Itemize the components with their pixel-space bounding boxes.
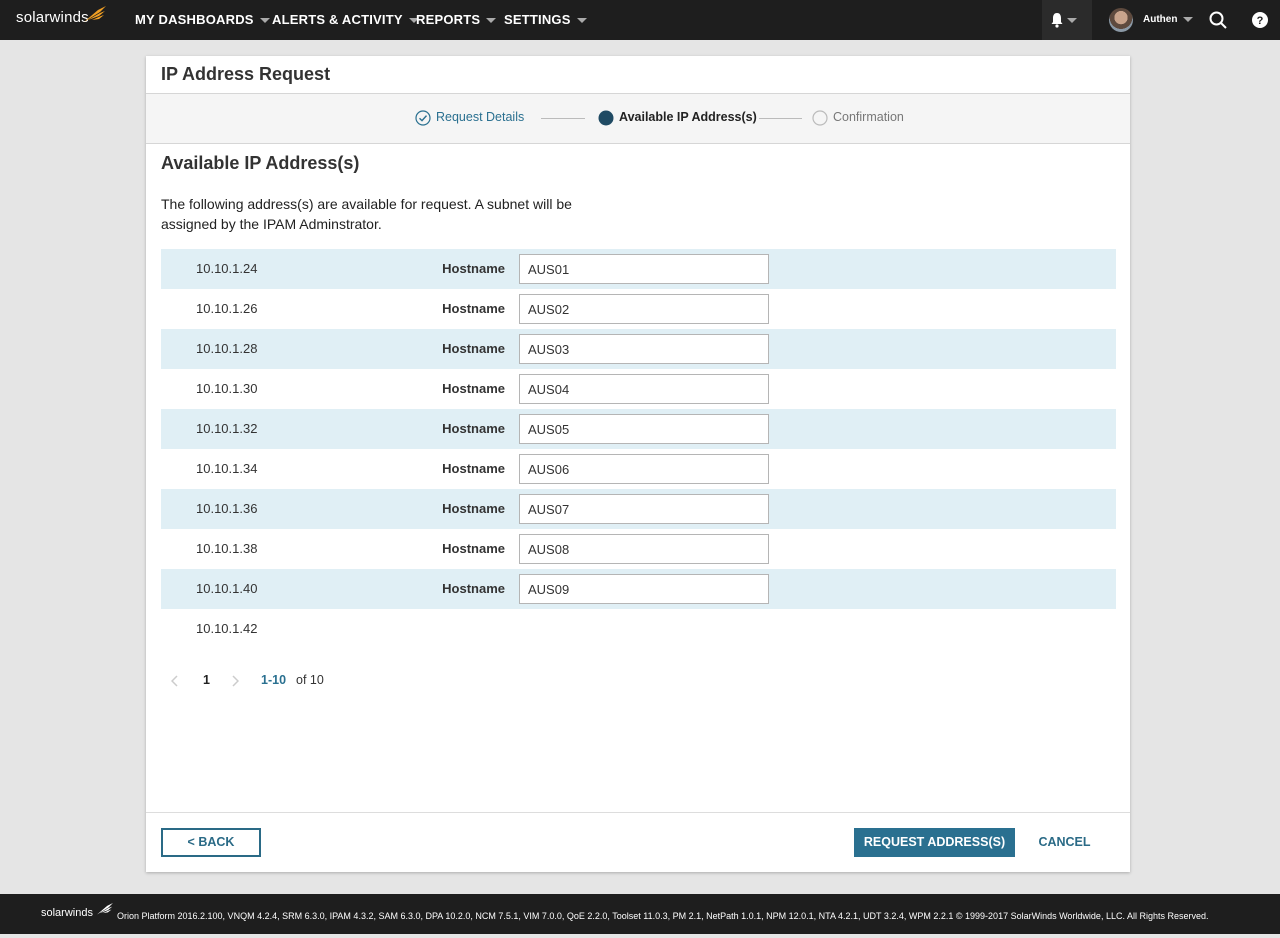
page-footer: solarwinds Orion Platform 2016.2.100, VN… (0, 894, 1280, 934)
page-title: IP Address Request (161, 64, 331, 84)
hostname-input[interactable] (519, 254, 769, 284)
ip-row: 10.10.1.30 Hostname (161, 369, 1116, 409)
nav-label: MY DASHBOARDS (135, 12, 254, 27)
step-label: Request Details (436, 110, 525, 124)
ip-address: 10.10.1.24 (196, 261, 258, 276)
request-addresses-button[interactable]: REQUEST ADDRESS(S) (854, 828, 1015, 857)
hostname-label: Hostname (442, 301, 505, 316)
ip-address: 10.10.1.28 (196, 341, 258, 356)
notifications-menu[interactable] (1042, 0, 1092, 40)
ip-row: 10.10.1.24 Hostname (161, 249, 1116, 289)
ip-address: 10.10.1.34 (196, 461, 258, 476)
hostname-input[interactable] (519, 374, 769, 404)
nav-label: REPORTS (416, 12, 481, 27)
back-button[interactable]: < BACK (161, 828, 261, 857)
hostname-input[interactable] (519, 534, 769, 564)
user-menu[interactable]: Authen (1143, 0, 1194, 40)
hostname-label: Hostname (442, 341, 505, 356)
ip-address: 10.10.1.40 (196, 581, 258, 596)
help-icon[interactable]: ? (1252, 12, 1268, 28)
step-connector (759, 118, 802, 119)
ip-row: 10.10.1.36 Hostname (161, 489, 1116, 529)
ip-row: 10.10.1.32 Hostname (161, 409, 1116, 449)
footer-version-text: Orion Platform 2016.2.100, VNQM 4.2.4, S… (117, 911, 1209, 921)
page-number[interactable]: 1 (203, 670, 210, 690)
nav-label: SETTINGS (504, 12, 571, 27)
chevron-down-icon (486, 18, 497, 24)
avatar[interactable] (1109, 8, 1133, 32)
nav-my-dashboards[interactable]: MY DASHBOARDS (135, 0, 270, 40)
step-connector (541, 118, 585, 119)
nav-settings[interactable]: SETTINGS (504, 0, 587, 40)
ip-address: 10.10.1.38 (196, 541, 258, 556)
chevron-down-icon (576, 18, 587, 24)
chevron-down-icon (1183, 16, 1194, 22)
svg-text:?: ? (1257, 15, 1264, 27)
ip-row: 10.10.1.28 Hostname (161, 329, 1116, 369)
hostname-label: Hostname (442, 581, 505, 596)
nav-label: ALERTS & ACTIVITY (272, 12, 403, 27)
ip-row: 10.10.1.38 Hostname (161, 529, 1116, 569)
ip-address-list: 10.10.1.24 Hostname 10.10.1.26 Hostname … (161, 249, 1116, 649)
empty-circle-icon (812, 110, 828, 126)
hostname-input[interactable] (519, 294, 769, 324)
ip-row: 10.10.1.34 Hostname (161, 449, 1116, 489)
chevron-left-icon[interactable] (171, 675, 179, 687)
logo-text: solarwinds (16, 9, 89, 26)
description-text: The following address(s) are available f… (161, 196, 572, 232)
nav-alerts-activity[interactable]: ALERTS & ACTIVITY (272, 0, 419, 40)
top-nav-bar: solarwinds MY DASHBOARDS ALERTS & ACTIVI… (0, 0, 1280, 40)
ip-row: 10.10.1.42 (161, 609, 1116, 649)
hostname-label: Hostname (442, 421, 505, 436)
solarwinds-logo[interactable]: solarwinds (16, 6, 106, 31)
hostname-label: Hostname (442, 461, 505, 476)
hostname-input[interactable] (519, 454, 769, 484)
hostname-input[interactable] (519, 334, 769, 364)
ip-address: 10.10.1.32 (196, 421, 258, 436)
footer-logo-text: solarwinds (41, 907, 93, 919)
ip-request-card: IP Address Request Request Details Avail… (146, 56, 1130, 872)
hostname-input[interactable] (519, 574, 769, 604)
ip-address: 10.10.1.30 (196, 381, 258, 396)
page-range[interactable]: 1-10 (261, 670, 286, 690)
wizard-steps: Request Details Available IP Address(s) … (146, 93, 1130, 144)
search-icon[interactable] (1209, 11, 1227, 29)
chevron-down-icon (1067, 18, 1077, 23)
ip-row: 10.10.1.26 Hostname (161, 289, 1116, 329)
divider (146, 812, 1130, 813)
ip-address: 10.10.1.36 (196, 501, 258, 516)
current-step-icon (598, 110, 614, 126)
page-total: of 10 (296, 673, 324, 687)
hostname-label: Hostname (442, 381, 505, 396)
ip-address: 10.10.1.42 (196, 621, 258, 636)
solarwinds-bird-icon (97, 903, 113, 915)
nav-reports[interactable]: REPORTS (416, 0, 497, 40)
ip-row: 10.10.1.40 Hostname (161, 569, 1116, 609)
footer-logo: solarwinds (41, 903, 113, 919)
bell-icon (1051, 13, 1063, 28)
check-circle-icon (415, 110, 431, 126)
cancel-button[interactable]: CANCEL (1027, 828, 1102, 857)
step-label: Confirmation (833, 110, 904, 124)
solarwinds-bird-icon (84, 6, 106, 22)
section-title: Available IP Address(s) (161, 153, 360, 173)
user-name: Authen (1143, 14, 1178, 25)
chevron-down-icon (259, 18, 270, 24)
hostname-input[interactable] (519, 414, 769, 444)
chevron-right-icon[interactable] (231, 675, 239, 687)
hostname-input[interactable] (519, 494, 769, 524)
step-label: Available IP Address(s) (619, 110, 757, 124)
hostname-label: Hostname (442, 261, 505, 276)
hostname-label: Hostname (442, 501, 505, 516)
ip-address: 10.10.1.26 (196, 301, 258, 316)
hostname-label: Hostname (442, 541, 505, 556)
